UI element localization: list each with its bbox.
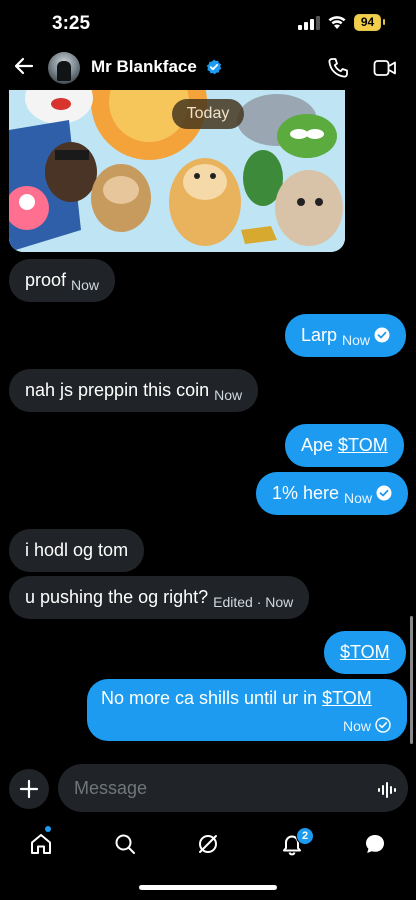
attach-plus-button[interactable]: [9, 769, 49, 809]
phone-call-icon[interactable]: [327, 57, 349, 79]
message-meta-row: Now: [101, 715, 391, 736]
message-input[interactable]: [58, 764, 408, 812]
message-text: No more ca shills until ur in: [101, 688, 323, 708]
message-timestamp: Now: [342, 718, 371, 734]
video-call-icon[interactable]: [373, 58, 397, 78]
home-unread-dot: [45, 826, 51, 832]
sent-check-icon: [375, 717, 391, 733]
message-bubble-incoming[interactable]: nah js preppin this coin Now: [9, 369, 259, 412]
message-bubble-outgoing[interactable]: No more ca shills until ur in $TOM Now: [87, 679, 407, 741]
cellular-signal-icon: [298, 16, 320, 30]
message-bubble-incoming[interactable]: i hodl og tom: [9, 529, 145, 572]
message-text-line: No more ca shills until ur in $TOM: [101, 688, 391, 709]
message-text: u pushing the og right?: [25, 587, 209, 607]
voice-message-icon[interactable]: [377, 781, 397, 799]
message-text: nah js preppin this coin: [25, 380, 210, 400]
chat-header: Mr Blankface: [0, 46, 416, 90]
messages-icon[interactable]: [363, 832, 387, 856]
message-timestamp: Now: [342, 332, 371, 348]
plus-icon: [19, 779, 39, 799]
message-text: Larp: [301, 325, 338, 345]
battery-indicator: 94: [354, 14, 385, 31]
message-edited-timestamp: Edited · Now: [213, 594, 294, 610]
chat-scrollbar[interactable]: [410, 616, 413, 744]
token-link[interactable]: $TOM: [338, 435, 388, 455]
message-bubble-outgoing[interactable]: 1% here Now: [256, 472, 409, 515]
verified-badge-icon: [206, 59, 222, 75]
notifications-count: 2: [301, 830, 309, 842]
message-text: 1% here: [272, 483, 340, 503]
status-bar: 3:25 94: [0, 0, 416, 46]
home-indicator: [139, 885, 277, 890]
home-icon[interactable]: [29, 832, 53, 856]
message-text: Ape: [301, 435, 339, 455]
status-time: 3:25: [52, 13, 91, 34]
message-composer: [0, 760, 416, 818]
back-arrow-icon[interactable]: [11, 53, 37, 79]
message-timestamp: Now: [71, 277, 100, 293]
date-divider: Today: [172, 99, 244, 129]
token-link[interactable]: $TOM: [340, 642, 390, 662]
grok-icon[interactable]: [196, 832, 220, 856]
contact-name[interactable]: Mr Blankface: [91, 57, 197, 77]
message-text: proof: [25, 270, 67, 290]
message-timestamp: Now: [214, 387, 243, 403]
battery-level: 94: [360, 15, 375, 29]
notifications-badge: 2: [296, 827, 314, 845]
message-bubble-outgoing[interactable]: Larp Now: [285, 314, 407, 357]
message-bubble-outgoing[interactable]: Ape $TOM: [285, 424, 404, 467]
read-receipt-icon: [374, 327, 390, 343]
message-bubble-incoming[interactable]: proof Now: [9, 259, 116, 302]
message-bubble-incoming[interactable]: u pushing the og right? Edited · Now: [9, 576, 310, 619]
read-receipt-icon: [376, 485, 392, 501]
message-text: i hodl og tom: [25, 540, 129, 560]
message-bubble-outgoing[interactable]: $TOM: [324, 631, 406, 674]
token-link[interactable]: $TOM: [322, 688, 372, 708]
wifi-icon: [328, 16, 346, 29]
contact-avatar[interactable]: [48, 52, 80, 84]
search-icon[interactable]: [113, 832, 137, 856]
date-divider-label: Today: [186, 105, 230, 122]
message-timestamp: Now: [344, 490, 373, 506]
bottom-tab-bar: [0, 818, 416, 872]
